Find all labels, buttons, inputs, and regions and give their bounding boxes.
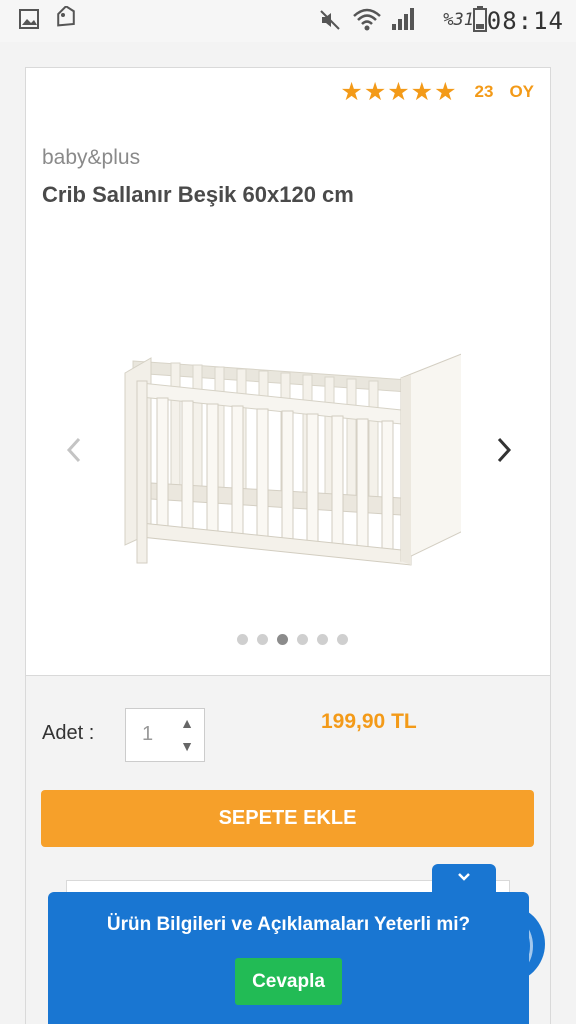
product-image (124, 353, 461, 566)
gallery-pagination (26, 634, 550, 645)
product-image-gallery[interactable] (26, 223, 550, 623)
feedback-panel: Ürün Bilgileri ve Açıklamaları Yeterli m… (48, 892, 529, 1024)
gallery-dot[interactable] (296, 634, 308, 645)
mute-icon (318, 8, 342, 37)
product-card: ★ ★ ★ ★ ★ 23 OY baby&plus Crib Sallanır … (25, 67, 551, 675)
product-price: 199,90 TL (321, 710, 417, 733)
gallery-next-icon[interactable] (494, 435, 514, 471)
gallery-dot[interactable] (236, 634, 248, 645)
star-icon: ★ (434, 78, 457, 106)
rating-count: 23 (474, 82, 494, 101)
divider (550, 675, 551, 1024)
product-rating[interactable]: ★ ★ ★ ★ ★ 23 OY (340, 78, 534, 106)
quantity-value[interactable]: 1 (142, 723, 153, 746)
quantity-label: Adet : (42, 722, 95, 744)
tag-icon (54, 4, 78, 37)
battery-percent: %31 (443, 10, 474, 30)
rating-unit: OY (509, 82, 534, 101)
gallery-prev-icon[interactable] (64, 435, 84, 471)
gallery-icon (18, 8, 40, 35)
gallery-dot[interactable] (336, 634, 348, 645)
star-icon: ★ (340, 78, 363, 106)
gallery-dot[interactable] (256, 634, 268, 645)
status-bar: %31 08:14 (0, 0, 576, 42)
divider (25, 675, 551, 676)
star-icon: ★ (387, 78, 410, 106)
gallery-dot[interactable] (276, 634, 288, 645)
decrease-icon[interactable]: ▼ (180, 739, 194, 753)
rating-stars: ★ ★ ★ ★ ★ (340, 78, 457, 106)
clock: 08:14 (486, 7, 564, 35)
quantity-stepper[interactable]: 1 ▲ ▼ (125, 708, 205, 762)
feedback-question: Ürün Bilgileri ve Açıklamaları Yeterli m… (106, 914, 471, 935)
divider (25, 675, 26, 1024)
product-brand[interactable]: baby&plus (42, 146, 140, 170)
product-title: Crib Sallanır Beşik 60x120 cm (42, 182, 354, 207)
battery-icon (472, 5, 488, 38)
increase-icon[interactable]: ▲ (180, 716, 194, 730)
star-icon: ★ (410, 78, 434, 106)
gallery-dot[interactable] (316, 634, 328, 645)
add-to-cart-button[interactable]: SEPETE EKLE (41, 790, 534, 847)
answer-button[interactable]: Cevapla (235, 958, 342, 1005)
star-icon: ★ (363, 78, 387, 106)
wifi-icon (352, 6, 382, 39)
signal-icon (390, 6, 418, 37)
chevron-down-icon (456, 870, 472, 888)
